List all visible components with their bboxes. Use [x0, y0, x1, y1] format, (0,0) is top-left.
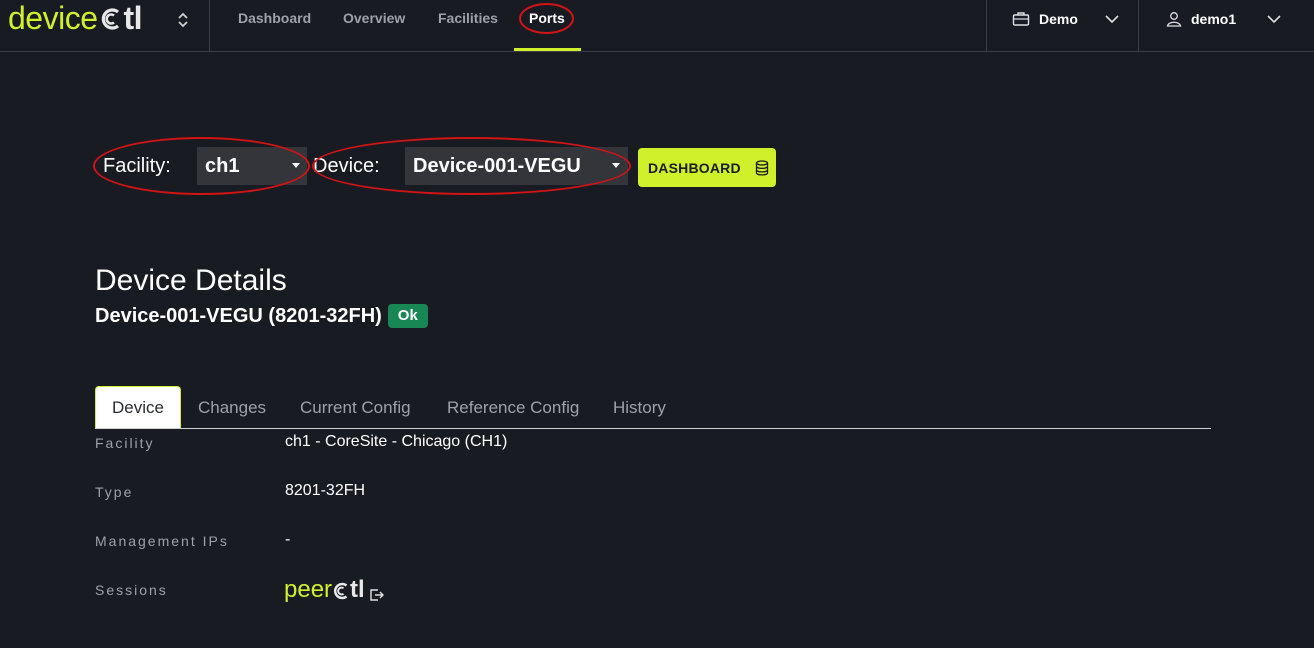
nav-divider [986, 0, 987, 51]
management-ips-row-label: Management IPs [95, 533, 229, 549]
chevron-down-icon [1105, 12, 1119, 26]
peerctl-sessions-link[interactable]: peer tl [284, 576, 385, 604]
nav-divider [209, 0, 210, 51]
device-subtitle: Device-001-VEGU (8201-32FH) Ok [95, 304, 428, 328]
tab-changes[interactable]: Changes [198, 398, 266, 418]
facility-select-value: ch1 [205, 155, 240, 177]
tab-reference-config[interactable]: Reference Config [447, 398, 579, 418]
caret-down-icon [292, 163, 300, 168]
database-icon [755, 159, 769, 176]
tab-current-config[interactable]: Current Config [300, 398, 411, 418]
tab-device[interactable]: Device [95, 386, 181, 429]
user-icon [1166, 11, 1182, 27]
nav-tab-dashboard[interactable]: Dashboard [238, 10, 311, 26]
device-name: Device-001-VEGU (8201-32FH) [95, 305, 382, 327]
nav-tab-ports[interactable]: Ports [529, 10, 565, 26]
chevron-down-icon [1267, 12, 1281, 26]
user-dropdown-label: demo1 [1191, 11, 1237, 27]
nav-active-indicator [514, 48, 581, 51]
external-link-icon [369, 582, 385, 601]
dashboard-button[interactable]: DASHBOARD [638, 148, 776, 187]
sessions-row-label: Sessions [95, 582, 168, 598]
status-badge: Ok [387, 304, 428, 328]
tabs-divider [95, 428, 1211, 429]
page-title: Device Details [95, 264, 287, 297]
nav-tab-facilities[interactable]: Facilities [438, 10, 498, 26]
top-navbar: device tl Dashboard Overview Facilities … [0, 0, 1314, 52]
caret-down-icon [612, 163, 620, 168]
management-ips-row-value: - [285, 531, 291, 548]
type-row-label: Type [95, 484, 134, 500]
facility-select[interactable]: ch1 [197, 147, 307, 185]
org-dropdown-label: Demo [1039, 11, 1078, 27]
facility-label: Facility: [103, 155, 171, 177]
logo-c-ring-icon [332, 580, 350, 600]
device-select-value: Device-001-VEGU [413, 155, 581, 177]
devicectl-logo[interactable]: device tl [8, 2, 143, 34]
tab-history[interactable]: History [613, 398, 666, 418]
org-dropdown[interactable]: Demo [1012, 10, 1119, 28]
device-label: Device: [313, 155, 380, 177]
nav-divider [1138, 0, 1139, 51]
app-switcher-chevrons-icon[interactable] [172, 9, 194, 31]
logo-c-ring-icon [99, 5, 123, 31]
user-dropdown[interactable]: demo1 [1166, 10, 1281, 28]
device-select[interactable]: Device-001-VEGU [405, 147, 628, 185]
type-row-value: 8201-32FH [285, 482, 366, 499]
nav-tab-overview[interactable]: Overview [343, 10, 405, 26]
facility-row-value: ch1 - CoreSite - Chicago (CH1) [285, 433, 508, 450]
facility-row-label: Facility [95, 435, 155, 451]
briefcase-icon [1012, 10, 1030, 28]
dashboard-button-label: DASHBOARD [648, 159, 741, 176]
